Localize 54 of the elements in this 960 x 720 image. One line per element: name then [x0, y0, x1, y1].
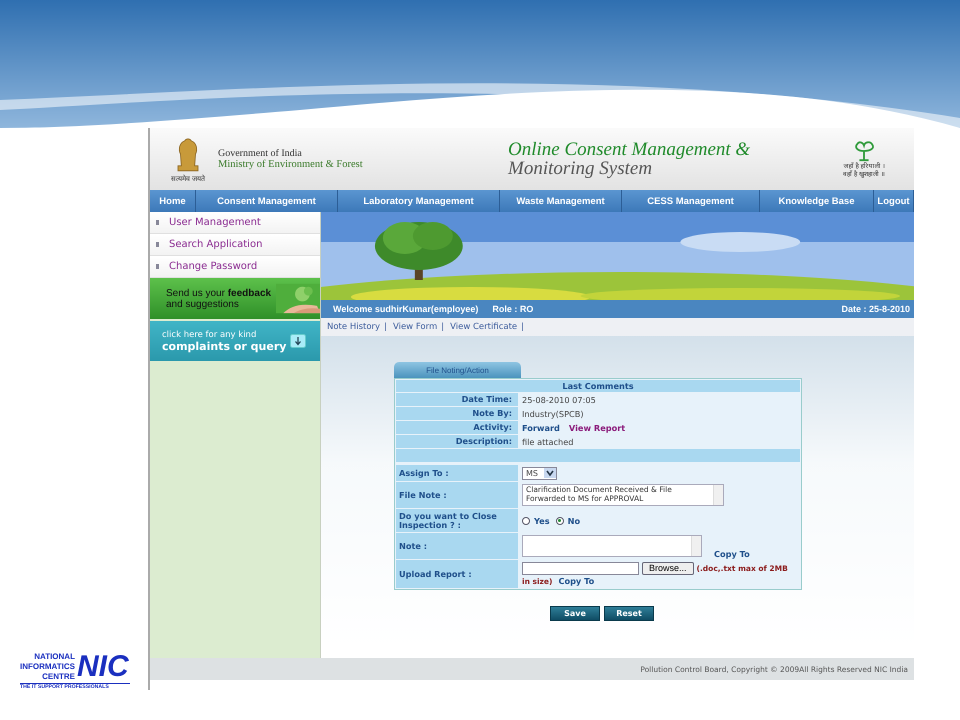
field-label: Date Time:: [396, 393, 518, 406]
logo-mark: NIC: [76, 651, 129, 683]
file-input[interactable]: [522, 562, 639, 574]
field-label: File Note :: [396, 482, 518, 508]
field-value: Industry(SPCB): [522, 408, 584, 418]
copy-link[interactable]: Copy To: [558, 576, 594, 586]
radio-button[interactable]: [522, 516, 530, 524]
copy-link[interactable]: Copy To: [714, 549, 750, 559]
complaints-title: complaints or query: [162, 341, 286, 352]
sidebar-item[interactable]: Change Password: [150, 256, 320, 278]
logo-text: NATIONAL: [34, 652, 75, 662]
bullet-icon: [156, 264, 159, 269]
field-value: 25-08-2010 07:05: [522, 394, 596, 404]
form-button[interactable]: Reset: [604, 606, 654, 621]
field-label: Upload Report :: [396, 560, 518, 588]
link-separator: |: [384, 322, 387, 332]
link-separator: |: [521, 322, 524, 332]
org-name: Government of India: [218, 148, 303, 159]
link-separator: |: [441, 322, 444, 332]
logo-text: CENTRE: [42, 672, 75, 682]
site-title: Monitoring System: [508, 159, 652, 178]
date-text: Date : 25-8-2010: [841, 304, 910, 314]
field-label: Description:: [396, 435, 518, 448]
site-title: Online Consent Management &: [508, 140, 752, 159]
form-button[interactable]: Save: [550, 606, 600, 621]
radio-button[interactable]: [556, 516, 564, 524]
browse-button[interactable]: Browse...: [642, 562, 694, 574]
radio-label: Yes: [534, 516, 550, 526]
complaints-caption: click here for any kind: [162, 330, 258, 341]
report-link[interactable]: View Report: [568, 422, 626, 432]
feedback-text: Send us your feedback and suggestions: [166, 288, 272, 310]
bullet-icon: [156, 242, 159, 247]
feedback-banner[interactable]: Send us your feedback and suggestions: [150, 278, 320, 319]
field-value: file attached: [522, 436, 574, 446]
sidebar-item[interactable]: Search Application: [150, 234, 320, 256]
field-label: Assign To :: [396, 465, 518, 481]
radio-label: No: [568, 516, 580, 526]
page-link[interactable]: View Form: [392, 322, 438, 332]
page-link[interactable]: Note History: [327, 322, 380, 332]
table-heading: Last Comments: [396, 380, 800, 392]
logo-text: INFORMATICS: [20, 662, 75, 672]
ministry-name: Ministry of Environment & Forest: [218, 159, 364, 170]
role-text: Role : RO: [492, 304, 534, 314]
field-label: Activity:: [396, 421, 518, 434]
sidebar-item[interactable]: User Management: [150, 212, 320, 234]
page-link[interactable]: View Certificate: [450, 322, 518, 332]
welcome-text: Welcome sudhirKumar(employee): [333, 304, 478, 314]
bullet-icon: [156, 220, 159, 225]
dropdown-arrow-icon: [544, 468, 556, 478]
field-label: Note By:: [396, 407, 518, 420]
field-label: Note :: [396, 533, 518, 559]
field-value: Forward: [522, 422, 560, 432]
field-label: Do you want to Close Inspection ? :: [396, 509, 518, 532]
assign-dropdown[interactable]: MS: [522, 466, 557, 480]
